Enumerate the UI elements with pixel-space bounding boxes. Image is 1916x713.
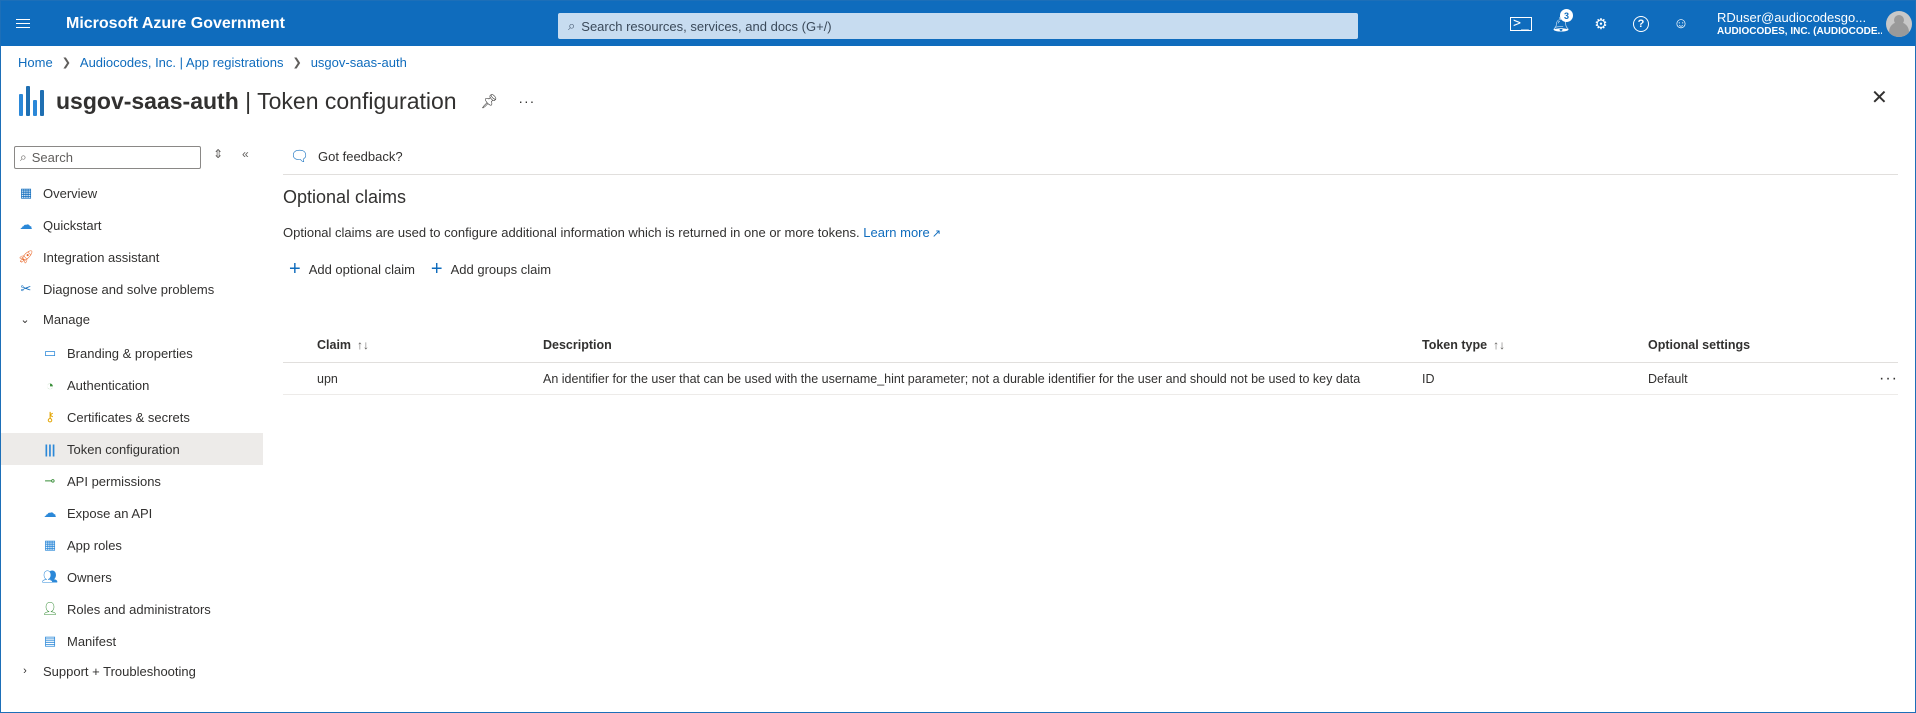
- optional-settings-cell: Default: [1648, 371, 1688, 386]
- overview-grid-icon: ▦: [19, 185, 33, 200]
- sidebar-item-quickstart[interactable]: ☁ Quickstart: [1, 209, 263, 241]
- close-icon[interactable]: ✕: [1871, 85, 1888, 110]
- sidebar-item-app-roles[interactable]: ▦ App roles: [1, 529, 263, 561]
- token-type-cell: ID: [1422, 371, 1435, 386]
- sidebar-item-token-configuration[interactable]: ||| Token configuration: [1, 433, 263, 465]
- sidebar-item-roles-admins[interactable]: 👤︎ Roles and administrators: [1, 593, 263, 625]
- sidebar-item-certificates[interactable]: ⚷ Certificates & secrets: [1, 401, 263, 433]
- gear-icon: ⚙: [1594, 15, 1608, 33]
- column-token-type[interactable]: Token type ↑↓: [1422, 327, 1505, 362]
- plus-icon: +: [289, 258, 301, 280]
- key-icon: ⚷: [45, 409, 55, 424]
- search-icon: ⌕: [568, 18, 576, 33]
- sidebar-item-overview[interactable]: ▦ Overview: [1, 177, 263, 209]
- column-claim[interactable]: Claim ↑↓: [317, 327, 369, 362]
- chevron-right-icon: ❯: [61, 57, 71, 69]
- more-options-icon[interactable]: ···: [518, 93, 535, 109]
- learn-more-link[interactable]: Learn more ↗: [863, 225, 941, 240]
- notification-count-badge: 3: [1560, 9, 1573, 22]
- page-title: usgov-saas-auth | Token configuration: [56, 87, 457, 114]
- help-icon: ?: [1633, 15, 1649, 32]
- column-optional-settings: Optional settings: [1648, 337, 1751, 352]
- external-link-icon: ↗: [931, 228, 941, 240]
- breadcrumb: Home ❯ Audiocodes, Inc. | App registrati…: [18, 55, 407, 70]
- hamburger-icon: [16, 22, 30, 25]
- sidebar-item-expose-api[interactable]: ☁ Expose an API: [1, 497, 263, 529]
- section-description: Optional claims are used to configure ad…: [283, 225, 941, 240]
- portal-menu-button[interactable]: [3, 1, 43, 46]
- search-icon: ⌕: [20, 150, 27, 164]
- settings-button[interactable]: ⚙: [1581, 1, 1621, 46]
- breadcrumb-app-registrations[interactable]: Audiocodes, Inc. | App registrations: [80, 55, 284, 70]
- sidebar-item-owners[interactable]: 👥︎ Owners: [1, 561, 263, 593]
- resource-menu: ⌕ Search ⇕ « ▦ Overview ☁ Quickstart 🚀︎ …: [1, 141, 263, 679]
- claim-cell: upn: [317, 371, 338, 386]
- section-title: Optional claims: [283, 187, 407, 207]
- page-header: usgov-saas-auth | Token configuration 📌︎…: [18, 83, 535, 119]
- plus-icon: +: [430, 258, 443, 280]
- notifications-button[interactable]: 🔔︎ 3: [1541, 1, 1581, 46]
- cloud-shell-button[interactable]: >_: [1501, 1, 1541, 46]
- breadcrumb-home[interactable]: Home: [18, 55, 53, 70]
- row-more-options-icon[interactable]: ···: [1879, 363, 1898, 394]
- sidebar-item-branding[interactable]: ▭ Branding & properties: [1, 337, 263, 369]
- collapse-menu-icon[interactable]: «: [242, 147, 249, 161]
- global-search-placeholder: Search resources, services, and docs (G+…: [581, 18, 832, 34]
- wrench-icon: ✂: [20, 281, 32, 296]
- sidebar-item-manifest[interactable]: ▤ Manifest: [1, 625, 263, 657]
- manifest-icon: ▤: [43, 633, 57, 648]
- portal-brand[interactable]: Microsoft Azure Government: [66, 15, 285, 33]
- divider: [283, 174, 1898, 175]
- global-search-input[interactable]: ⌕ Search resources, services, and docs (…: [558, 13, 1358, 39]
- topbar-icons: >_ 🔔︎ 3 ⚙ ? ☺: [1501, 1, 1701, 46]
- column-description: Description: [543, 337, 612, 352]
- owners-icon: 👥︎: [41, 569, 59, 584]
- token-bars-icon: |||: [44, 441, 56, 457]
- roles-admin-icon: 👤︎: [41, 601, 59, 616]
- pin-icon[interactable]: 📌︎: [481, 93, 499, 110]
- sort-icon: ↑↓: [357, 337, 370, 352]
- authentication-icon: ◔: [46, 377, 54, 393]
- claims-table: Claim ↑↓ Description Token type ↑↓ Optiona…: [283, 327, 1898, 395]
- add-optional-claim-button[interactable]: + Add optional claim: [289, 259, 415, 279]
- quickstart-cloud-icon: ☁: [19, 217, 33, 232]
- cloud-shell-icon: >_: [1510, 16, 1532, 31]
- cloud-api-icon: ☁: [43, 505, 57, 520]
- command-bar: + Add optional claim + Add groups claim: [289, 259, 567, 279]
- feedback-button[interactable]: ☺: [1661, 1, 1701, 46]
- feedback-person-icon: ☺: [1673, 15, 1689, 32]
- chevron-right-icon: ›: [23, 665, 27, 677]
- branding-icon: ▭: [43, 345, 57, 360]
- app-roles-grid-icon: ▦: [43, 537, 57, 552]
- sidebar-item-api-permissions[interactable]: ⊸ API permissions: [1, 465, 263, 497]
- api-permissions-icon: ⊸: [44, 473, 56, 488]
- user-name: RDuser@audiocodesgo...: [1717, 10, 1867, 25]
- table-header: Claim ↑↓ Description Token type ↑↓ Optiona…: [283, 327, 1898, 363]
- expand-collapse-icon[interactable]: ⇕: [213, 147, 223, 161]
- sidebar-item-authentication[interactable]: ◔ Authentication: [1, 369, 263, 401]
- avatar[interactable]: [1886, 11, 1912, 37]
- rocket-icon: 🚀︎: [17, 249, 35, 264]
- menu-search-input[interactable]: ⌕ Search: [14, 146, 201, 169]
- user-org: AUDIOCODES, INC. (AUDIOCODE...: [1717, 25, 1882, 37]
- chevron-right-icon: ❯: [292, 57, 302, 69]
- sidebar-group-support[interactable]: › Support + Troubleshooting: [1, 655, 263, 687]
- help-button[interactable]: ?: [1621, 1, 1661, 46]
- chevron-down-icon: ⌄: [20, 313, 30, 326]
- sidebar-item-integration-assistant[interactable]: 🚀︎ Integration assistant: [1, 241, 263, 273]
- sidebar-item-diagnose[interactable]: ✂ Diagnose and solve problems: [1, 273, 263, 305]
- add-groups-claim-button[interactable]: + Add groups claim: [431, 259, 551, 279]
- account-menu[interactable]: RDuser@audiocodesgo... AUDIOCODES, INC. …: [1717, 10, 1882, 38]
- sort-icon: ↑↓: [1493, 337, 1506, 352]
- table-row[interactable]: upn An identifier for the user that can …: [283, 363, 1898, 395]
- sidebar-group-manage[interactable]: ⌄ Manage: [1, 303, 263, 335]
- description-cell: An identifier for the user that can be u…: [543, 371, 1361, 386]
- token-configuration-icon: [18, 86, 44, 116]
- got-feedback-button[interactable]: 🗨︎ Got feedback?: [290, 147, 403, 165]
- menu-search-placeholder: Search: [31, 150, 73, 165]
- breadcrumb-app[interactable]: usgov-saas-auth: [311, 55, 407, 70]
- top-bar: Microsoft Azure Government ⌕ Search reso…: [1, 1, 1915, 46]
- feedback-icon: 🗨︎: [290, 148, 310, 165]
